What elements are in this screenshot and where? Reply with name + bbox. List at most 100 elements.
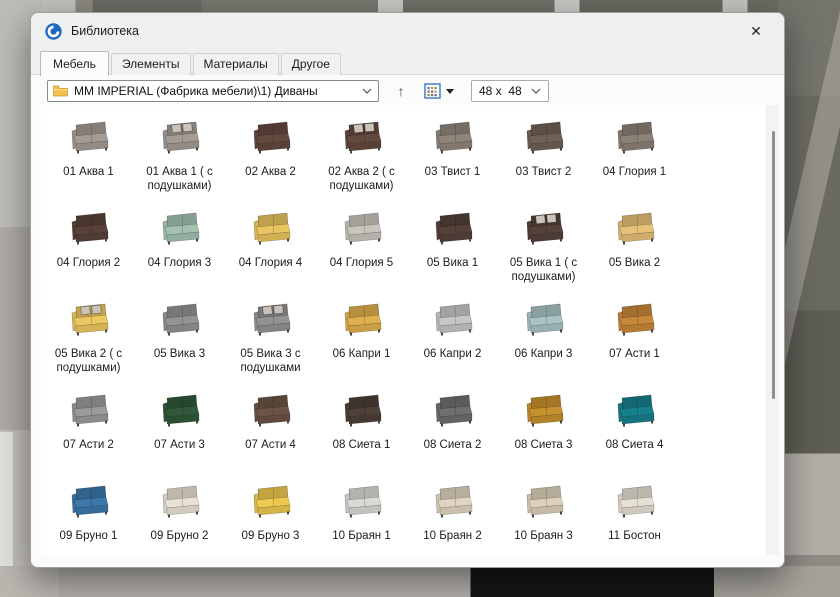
library-item[interactable]: 07 Асти 3: [134, 384, 225, 475]
library-item[interactable]: 02 Аква 2: [225, 111, 316, 202]
item-label: 02 Аква 2 ( с подушками): [318, 165, 406, 193]
library-item[interactable]: 06 Капри 1: [316, 293, 407, 384]
item-thumbnail: [247, 295, 295, 345]
sofa-icon: [65, 296, 113, 344]
library-item[interactable]: 04 Глория 4: [225, 202, 316, 293]
sofa-icon: [338, 478, 386, 526]
sofa-icon: [65, 387, 113, 435]
scrollbar-thumb[interactable]: [772, 131, 775, 399]
library-item[interactable]: 09 Бруно 2: [134, 475, 225, 566]
item-thumbnail: [65, 477, 113, 527]
caret-down-icon: [446, 89, 454, 94]
item-thumbnail: [156, 295, 204, 345]
library-item[interactable]: 10 Браян 2: [407, 475, 498, 566]
folder-icon: [53, 85, 68, 97]
item-label: 03 Твист 2: [516, 165, 572, 179]
library-item[interactable]: 04 Глория 1: [589, 111, 680, 202]
library-item[interactable]: 07 Асти 4: [225, 384, 316, 475]
sofa-icon: [247, 296, 295, 344]
item-thumbnail: [247, 386, 295, 436]
item-thumbnail: [429, 204, 477, 254]
library-item[interactable]: 11 Бостон: [589, 475, 680, 566]
item-label: 06 Капри 3: [515, 347, 573, 361]
library-item[interactable]: 05 Вика 1 ( с подушками): [498, 202, 589, 293]
item-thumbnail: [338, 295, 386, 345]
tab-label: Мебель: [53, 57, 96, 71]
library-grid: 01 Аква 1 01 Аква 1 ( с по: [43, 111, 680, 566]
tab-materials[interactable]: Материалы: [193, 53, 279, 75]
item-label: 10 Браян 3: [514, 529, 573, 543]
close-button[interactable]: ✕: [740, 18, 772, 44]
item-thumbnail: [611, 477, 659, 527]
background-bottom-strip: [0, 566, 840, 597]
library-item[interactable]: 08 Сиета 2: [407, 384, 498, 475]
library-item[interactable]: 08 Сиета 4: [589, 384, 680, 475]
library-item[interactable]: 08 Сиета 3: [498, 384, 589, 475]
close-icon: ✕: [750, 23, 762, 40]
path-combobox[interactable]: MM IMPERIAL (Фабрика мебели)\1) Диваны: [47, 80, 379, 102]
item-label: 07 Асти 1: [609, 347, 660, 361]
library-item[interactable]: 07 Асти 2: [43, 384, 134, 475]
sofa-icon: [429, 296, 477, 344]
vertical-scrollbar[interactable]: [766, 105, 779, 555]
library-item[interactable]: 08 Сиета 1: [316, 384, 407, 475]
library-item[interactable]: 06 Капри 2: [407, 293, 498, 384]
library-item[interactable]: 01 Аква 1: [43, 111, 134, 202]
sofa-icon: [520, 296, 568, 344]
library-item[interactable]: 02 Аква 2 ( с подушками): [316, 111, 407, 202]
window-title: Библиотека: [71, 24, 740, 38]
item-label: 05 Вика 2: [609, 256, 660, 270]
item-thumbnail: [65, 204, 113, 254]
item-thumbnail: [65, 113, 113, 163]
item-thumbnail: [611, 113, 659, 163]
library-item[interactable]: 05 Вика 3 с подушками: [225, 293, 316, 384]
item-label: 07 Асти 4: [245, 438, 296, 452]
library-item[interactable]: 04 Глория 3: [134, 202, 225, 293]
icon-size-select[interactable]: 48 x 48: [471, 80, 549, 102]
item-thumbnail: [429, 295, 477, 345]
titlebar[interactable]: Библиотека ✕: [31, 13, 784, 49]
library-item[interactable]: 04 Глория 2: [43, 202, 134, 293]
library-item[interactable]: 06 Капри 3: [498, 293, 589, 384]
up-level-button[interactable]: ↑: [391, 80, 411, 102]
item-thumbnail: [156, 204, 204, 254]
item-thumbnail: [65, 295, 113, 345]
tab-elements[interactable]: Элементы: [111, 53, 191, 75]
chevron-down-icon: [531, 88, 541, 94]
item-thumbnail: [429, 477, 477, 527]
item-label: 09 Бруно 1: [60, 529, 118, 543]
library-item[interactable]: 03 Твист 1: [407, 111, 498, 202]
library-item[interactable]: 03 Твист 2: [498, 111, 589, 202]
library-item[interactable]: 09 Бруно 1: [43, 475, 134, 566]
tab-other[interactable]: Другое: [281, 53, 341, 75]
item-label: 05 Вика 3 с подушками: [227, 347, 315, 375]
library-item[interactable]: 09 Бруно 3: [225, 475, 316, 566]
item-thumbnail: [520, 477, 568, 527]
library-item[interactable]: 05 Вика 2: [589, 202, 680, 293]
tab-label: Другое: [292, 57, 330, 71]
library-item[interactable]: 10 Браян 1: [316, 475, 407, 566]
tab-furniture[interactable]: Мебель: [40, 51, 109, 76]
item-thumbnail: [247, 204, 295, 254]
library-item[interactable]: 05 Вика 3: [134, 293, 225, 384]
sofa-icon: [338, 387, 386, 435]
path-value: MM IMPERIAL (Фабрика мебели)\1) Диваны: [74, 84, 362, 98]
toolbar: MM IMPERIAL (Фабрика мебели)\1) Диваны ↑: [31, 75, 784, 107]
item-label: 05 Вика 1: [427, 256, 478, 270]
view-mode-button[interactable]: [421, 80, 457, 102]
library-item[interactable]: 10 Браян 3: [498, 475, 589, 566]
item-thumbnail: [156, 113, 204, 163]
sofa-icon: [65, 478, 113, 526]
sofa-icon: [65, 205, 113, 253]
sofa-icon: [338, 296, 386, 344]
library-item[interactable]: 04 Глория 5: [316, 202, 407, 293]
item-label: 04 Глория 2: [57, 256, 120, 270]
library-item[interactable]: 05 Вика 2 ( с подушками): [43, 293, 134, 384]
item-label: 08 Сиета 3: [515, 438, 573, 452]
library-item[interactable]: 01 Аква 1 ( с подушками): [134, 111, 225, 202]
desktop-background: Библиотека ✕ Мебель Элементы Материалы Д…: [0, 0, 840, 597]
library-item[interactable]: 05 Вика 1: [407, 202, 498, 293]
item-thumbnail: [611, 295, 659, 345]
item-label: 01 Аква 1: [63, 165, 114, 179]
library-item[interactable]: 07 Асти 1: [589, 293, 680, 384]
